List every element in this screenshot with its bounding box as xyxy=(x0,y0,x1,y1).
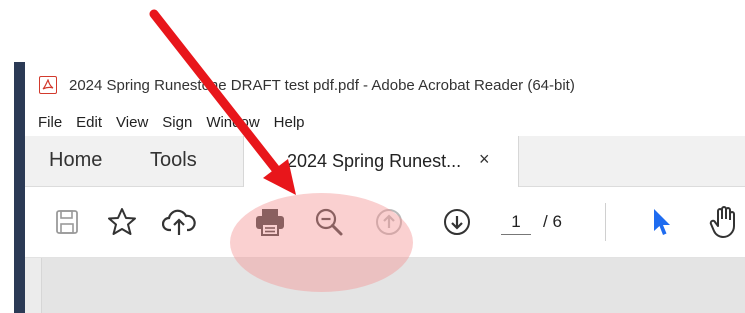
annotation-red-arrow xyxy=(149,9,296,195)
